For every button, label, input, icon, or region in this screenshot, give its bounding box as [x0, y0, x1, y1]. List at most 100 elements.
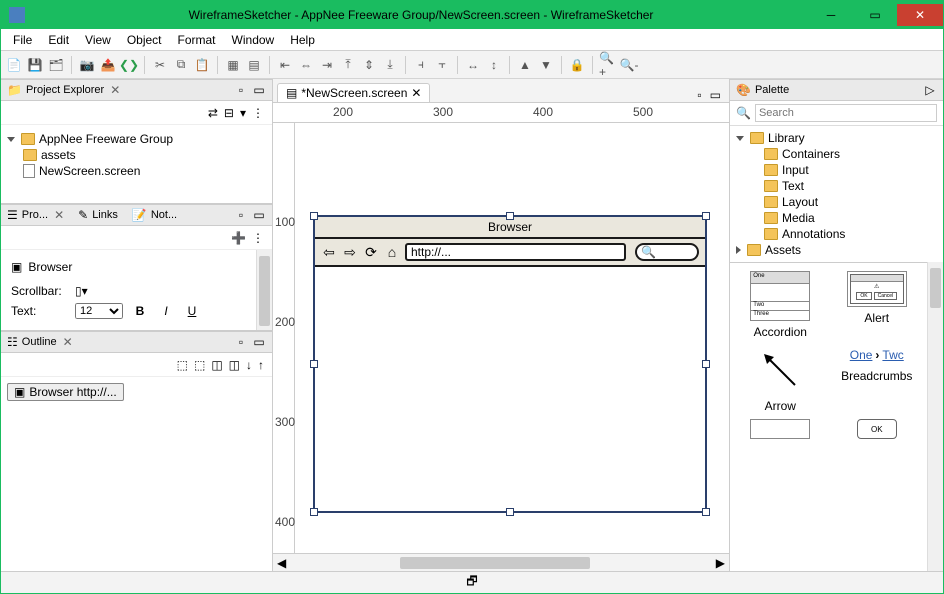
tree-project[interactable]: AppNee Freeware Group: [39, 132, 173, 146]
editor-tab[interactable]: ▤ *NewScreen.screen ✕: [277, 83, 430, 102]
palette-search-input[interactable]: [755, 104, 937, 122]
menu-view[interactable]: View: [77, 31, 119, 49]
cat-media[interactable]: Media: [782, 211, 815, 225]
tab-notes[interactable]: Not...: [151, 209, 177, 221]
cut-icon[interactable]: ✂: [151, 56, 169, 74]
align-middle-icon[interactable]: ⇕: [360, 56, 378, 74]
bold-button[interactable]: B: [131, 302, 149, 320]
palette-item-alert[interactable]: ⚠ OKCancel Alert: [831, 271, 924, 339]
zoom-out-icon[interactable]: 🔍-: [620, 56, 638, 74]
export-icon[interactable]: 📤: [99, 56, 117, 74]
menu-file[interactable]: File: [5, 31, 40, 49]
palette-item-more2[interactable]: OK: [831, 419, 924, 457]
align-center-icon[interactable]: ⇔: [297, 56, 315, 74]
horizontal-scrollbar[interactable]: ◀ ▶: [273, 553, 729, 571]
menu-object[interactable]: Object: [119, 31, 170, 49]
camera-icon[interactable]: 📷: [78, 56, 96, 74]
italic-button[interactable]: I: [157, 302, 175, 320]
paste-icon[interactable]: 📋: [193, 56, 211, 74]
outline-btn1[interactable]: ⬚: [177, 358, 188, 372]
palette-item-arrow[interactable]: Arrow: [734, 345, 827, 413]
tree-file[interactable]: NewScreen.screen: [39, 164, 140, 178]
props-scrollbar[interactable]: [256, 250, 272, 330]
close-view-icon[interactable]: ✕: [110, 83, 120, 97]
min-editor-icon[interactable]: ▫: [693, 88, 705, 102]
same-width-icon[interactable]: ↔: [464, 56, 482, 74]
outline-item[interactable]: ▣ Browser http://...: [7, 383, 124, 401]
tab-properties[interactable]: Pro...: [22, 209, 48, 221]
scroll-right-icon[interactable]: ▶: [712, 556, 729, 570]
same-height-icon[interactable]: ↕: [485, 56, 503, 74]
ungroup-icon[interactable]: ▤: [245, 56, 263, 74]
resize-handle[interactable]: [310, 360, 318, 368]
design-canvas[interactable]: Browser ⇦ ⇨ ⟳ ⌂ http://... 🔍: [295, 123, 729, 553]
outline-btn2[interactable]: ⬚: [194, 358, 205, 372]
outline-btn3[interactable]: ◫: [211, 358, 222, 372]
cat-input[interactable]: Input: [782, 163, 809, 177]
resize-handle[interactable]: [310, 212, 318, 220]
view-menu-icon[interactable]: ⋮: [252, 106, 264, 120]
cat-text[interactable]: Text: [782, 179, 804, 193]
maximize-view-icon[interactable]: ▭: [252, 83, 266, 97]
palette-scrollbar[interactable]: [927, 262, 943, 571]
close-tab-icon[interactable]: ✕: [411, 86, 421, 100]
group-icon[interactable]: ▦: [224, 56, 242, 74]
library-tree[interactable]: Library Containers Input Text Layout Med…: [730, 126, 943, 262]
align-right-icon[interactable]: ⇥: [318, 56, 336, 74]
align-top-icon[interactable]: ⤒: [339, 56, 357, 74]
max-editor-icon[interactable]: ▭: [706, 88, 725, 102]
props-menu-icon[interactable]: ⋮: [252, 231, 264, 245]
distribute-h-icon[interactable]: ⫞: [412, 56, 430, 74]
minimize-view-icon[interactable]: ▫: [234, 83, 248, 97]
saveall-icon[interactable]: 🗂: [47, 56, 65, 74]
align-left-icon[interactable]: ⇤: [276, 56, 294, 74]
outline-up-icon[interactable]: ↓: [246, 358, 252, 372]
send-back-icon[interactable]: ▼: [537, 56, 555, 74]
underline-button[interactable]: U: [183, 302, 201, 320]
palette-item-accordion[interactable]: One Two Three Accordion: [734, 271, 827, 339]
link-editor-icon[interactable]: ⇄: [208, 106, 218, 120]
outline-btn4[interactable]: ◫: [229, 358, 240, 372]
cat-layout[interactable]: Layout: [782, 195, 818, 209]
status-icon[interactable]: 🗗: [466, 572, 477, 593]
close-outline-icon[interactable]: ✕: [63, 335, 73, 349]
menu-format[interactable]: Format: [170, 31, 224, 49]
max-props-icon[interactable]: ▭: [252, 208, 266, 222]
menu-help[interactable]: Help: [282, 31, 323, 49]
collapse-palette-icon[interactable]: ▷: [923, 83, 937, 97]
menu-edit[interactable]: Edit: [40, 31, 77, 49]
close-button[interactable]: ✕: [897, 4, 943, 26]
min-outline-icon[interactable]: ▫: [234, 335, 248, 349]
resize-handle[interactable]: [702, 360, 710, 368]
min-props-icon[interactable]: ▫: [234, 208, 248, 222]
resize-handle[interactable]: [506, 508, 514, 516]
collapse-all-icon[interactable]: ⊟: [224, 106, 234, 120]
library-folder[interactable]: Library: [768, 131, 805, 145]
palette-item-more1[interactable]: [734, 419, 827, 457]
font-size-select[interactable]: 12: [75, 303, 123, 319]
filter-icon[interactable]: ▾: [240, 106, 246, 120]
expand-icon[interactable]: [7, 137, 15, 142]
copy-icon[interactable]: ⧉: [172, 56, 190, 74]
project-tree[interactable]: AppNee Freeware Group assets NewScreen.s…: [1, 125, 272, 203]
resize-handle[interactable]: [702, 212, 710, 220]
assets-folder[interactable]: Assets: [765, 243, 801, 257]
share-icon[interactable]: ❮❯: [120, 56, 138, 74]
browser-widget[interactable]: Browser ⇦ ⇨ ⟳ ⌂ http://... 🔍: [313, 215, 707, 513]
tree-assets[interactable]: assets: [41, 148, 76, 162]
cat-annotations[interactable]: Annotations: [782, 227, 845, 241]
max-outline-icon[interactable]: ▭: [252, 335, 266, 349]
new-widget-icon[interactable]: ➕: [231, 231, 246, 245]
tab-links[interactable]: Links: [92, 209, 118, 221]
lock-icon[interactable]: 🔒: [568, 56, 586, 74]
resize-handle[interactable]: [310, 508, 318, 516]
distribute-v-icon[interactable]: ⫟: [433, 56, 451, 74]
zoom-in-icon[interactable]: 🔍+: [599, 56, 617, 74]
scroll-left-icon[interactable]: ◀: [273, 556, 290, 570]
scrollbar-dropdown[interactable]: ▯▾: [75, 284, 88, 298]
scrollbar-thumb[interactable]: [400, 557, 590, 569]
minimize-button[interactable]: ─: [809, 4, 853, 26]
menu-window[interactable]: Window: [224, 31, 283, 49]
close-props-icon[interactable]: ✕: [54, 208, 64, 222]
maximize-button[interactable]: ▭: [853, 4, 897, 26]
